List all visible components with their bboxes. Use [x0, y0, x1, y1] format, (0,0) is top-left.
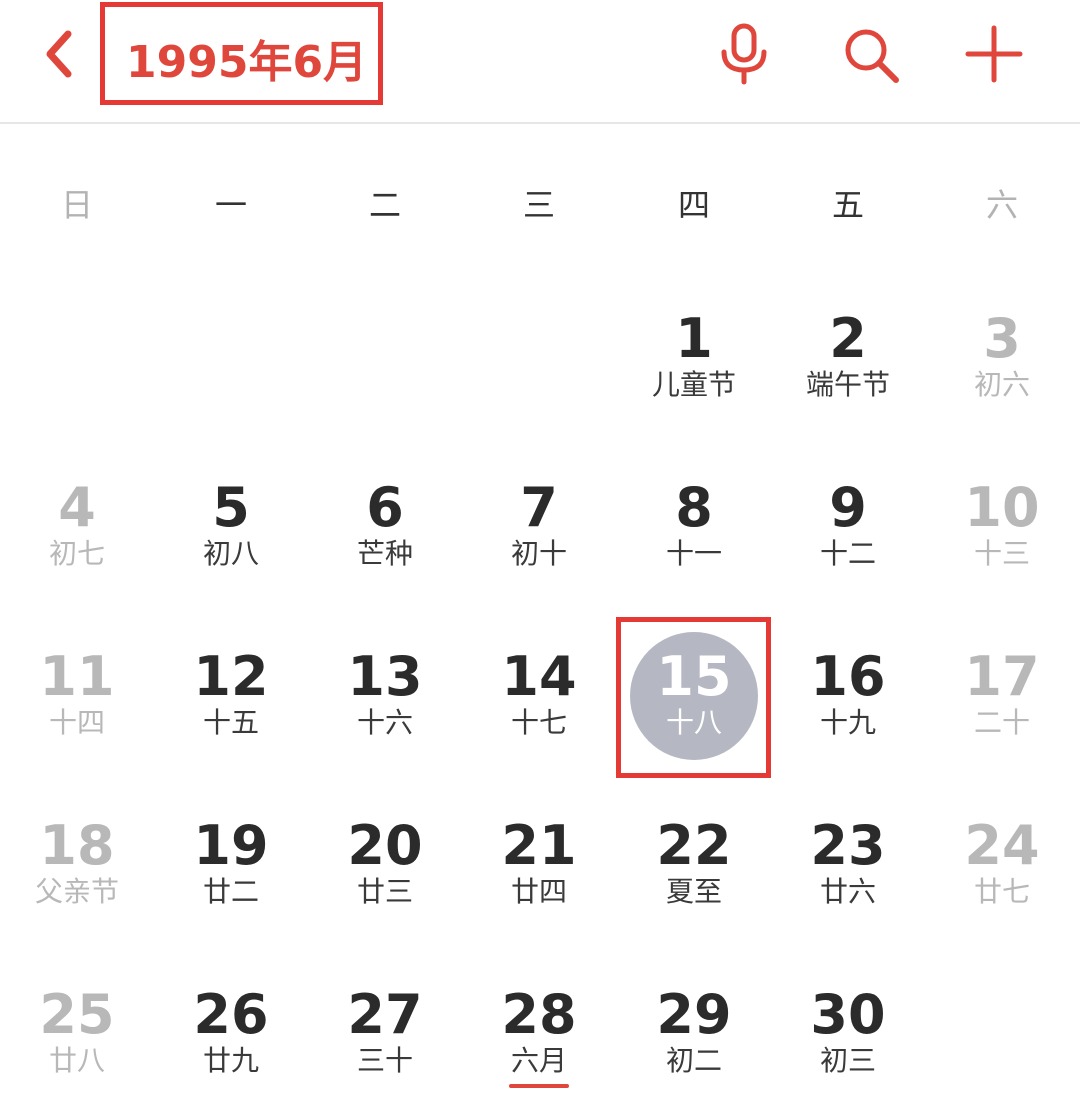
day-number: 28 — [501, 983, 577, 1046]
day-subtext: 十六 — [356, 706, 413, 739]
day-subtext: 初七 — [48, 537, 105, 570]
day-subtext: 廿二 — [202, 875, 259, 908]
day-subtext: 廿六 — [819, 875, 876, 908]
day-subtext: 十二 — [819, 537, 876, 570]
day-cell-3[interactable]: 3 初六 — [925, 307, 1079, 427]
day-number: 23 — [810, 814, 886, 877]
day-subtext: 父亲节 — [34, 875, 119, 908]
day-subtext: 夏至 — [665, 875, 722, 908]
day-cell-27[interactable]: 27 三十 — [308, 983, 462, 1099]
day-cell-29[interactable]: 29 初二 — [617, 983, 771, 1099]
day-cell-14[interactable]: 14 十七 — [462, 645, 616, 765]
day-subtext: 初二 — [665, 1044, 722, 1077]
month-grid: 1 儿童节 2 端午节 3 初六 4 初七 5 初八 6 芒种 7 初十 8 十一 9 十二 10… — [0, 0, 1080, 1099]
day-number: 3 — [983, 307, 1021, 370]
day-subtext: 初六 — [973, 368, 1030, 401]
day-number: 6 — [366, 476, 404, 539]
day-subtext: 廿七 — [973, 875, 1030, 908]
day-cell-2[interactable]: 2 端午节 — [771, 307, 925, 427]
day-subtext: 二十 — [973, 706, 1030, 739]
day-number: 2 — [829, 307, 867, 370]
day-number: 16 — [810, 645, 886, 708]
day-cell-9[interactable]: 9 十二 — [771, 476, 925, 596]
day-number: 24 — [964, 814, 1040, 877]
day-cell-4[interactable]: 4 初七 — [0, 476, 154, 596]
day-cell-20[interactable]: 20 廿三 — [308, 814, 462, 934]
day-number: 25 — [39, 983, 115, 1046]
day-cell-23[interactable]: 23 廿六 — [771, 814, 925, 934]
day-number: 13 — [347, 645, 423, 708]
day-subtext: 三十 — [356, 1044, 413, 1077]
day-number: 29 — [656, 983, 732, 1046]
day-cell-7[interactable]: 7 初十 — [462, 476, 616, 596]
day-cell-18[interactable]: 18 父亲节 — [0, 814, 154, 934]
day-cell-13[interactable]: 13 十六 — [308, 645, 462, 765]
day-subtext: 六月 — [510, 1044, 567, 1077]
day-number: 20 — [347, 814, 423, 877]
day-number: 21 — [501, 814, 577, 877]
day-subtext: 初八 — [202, 537, 259, 570]
day-subtext: 廿三 — [356, 875, 413, 908]
day-subtext: 十五 — [202, 706, 259, 739]
day-cell-12[interactable]: 12 十五 — [154, 645, 308, 765]
day-subtext: 初十 — [510, 537, 567, 570]
day-cell-1[interactable]: 1 儿童节 — [617, 307, 771, 427]
day-cell-25[interactable]: 25 廿八 — [0, 983, 154, 1099]
day-subtext: 十九 — [819, 706, 876, 739]
day-cell-24[interactable]: 24 廿七 — [925, 814, 1079, 934]
day-number: 22 — [656, 814, 732, 877]
day-number: 9 — [829, 476, 867, 539]
day-number: 10 — [964, 476, 1040, 539]
day-number: 14 — [501, 645, 577, 708]
day-cell-6[interactable]: 6 芒种 — [308, 476, 462, 596]
day-number: 17 — [964, 645, 1040, 708]
day-number: 4 — [58, 476, 96, 539]
day-subtext: 儿童节 — [651, 368, 736, 401]
day-cell-17[interactable]: 17 二十 — [925, 645, 1079, 765]
day-cell-5[interactable]: 5 初八 — [154, 476, 308, 596]
selected-day-highlight-box — [616, 617, 771, 778]
day-number: 18 — [39, 814, 115, 877]
day-subtext: 初三 — [819, 1044, 876, 1077]
day-subtext: 十三 — [973, 537, 1030, 570]
day-number: 8 — [675, 476, 713, 539]
day-cell-16[interactable]: 16 十九 — [771, 645, 925, 765]
day-cell-8[interactable]: 8 十一 — [617, 476, 771, 596]
day-number: 30 — [810, 983, 886, 1046]
day-subtext: 十七 — [510, 706, 567, 739]
day-cell-10[interactable]: 10 十三 — [925, 476, 1079, 596]
day-subtext: 十一 — [665, 537, 722, 570]
day-number: 12 — [193, 645, 269, 708]
day-cell-21[interactable]: 21 廿四 — [462, 814, 616, 934]
day-subtext: 廿八 — [48, 1044, 105, 1077]
day-cell-22[interactable]: 22 夏至 — [617, 814, 771, 934]
day-number: 19 — [193, 814, 269, 877]
day-number: 11 — [39, 645, 115, 708]
day-cell-11[interactable]: 11 十四 — [0, 645, 154, 765]
day-number: 1 — [675, 307, 713, 370]
today-underline-indicator — [509, 1084, 569, 1088]
day-number: 26 — [193, 983, 269, 1046]
day-subtext: 廿九 — [202, 1044, 259, 1077]
day-cell-26[interactable]: 26 廿九 — [154, 983, 308, 1099]
day-number: 27 — [347, 983, 423, 1046]
day-number: 7 — [520, 476, 558, 539]
day-number: 5 — [212, 476, 250, 539]
day-cell-19[interactable]: 19 廿二 — [154, 814, 308, 934]
day-subtext: 芒种 — [356, 537, 413, 570]
day-cell-30[interactable]: 30 初三 — [771, 983, 925, 1099]
day-subtext: 十四 — [48, 706, 105, 739]
day-subtext: 廿四 — [510, 875, 567, 908]
day-subtext: 端午节 — [805, 368, 890, 401]
day-cell-28[interactable]: 28 六月 — [462, 983, 616, 1099]
